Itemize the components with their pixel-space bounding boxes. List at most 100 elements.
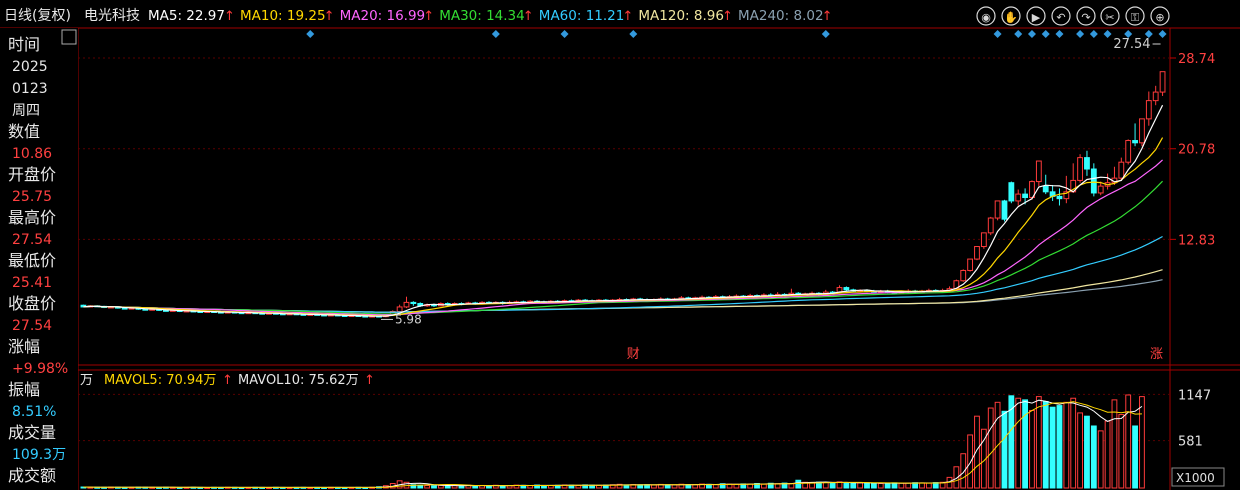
volume-bar[interactable] <box>671 484 678 489</box>
candle-body <box>1132 140 1138 144</box>
ma-legend-1: MA10: 19.25 <box>240 8 326 24</box>
volume-bar[interactable] <box>1125 394 1132 489</box>
info-label: 最低价 <box>8 251 56 270</box>
info-value: 27.54 <box>12 318 52 334</box>
candle-body <box>960 269 967 282</box>
ma-legend-4: MA60: 11.21 <box>539 8 625 24</box>
volume-bar[interactable] <box>1070 397 1077 489</box>
candle[interactable] <box>960 269 967 282</box>
candle-body <box>980 232 987 248</box>
candle[interactable] <box>1139 118 1145 147</box>
volume-bar[interactable] <box>712 484 719 489</box>
volume-bar[interactable] <box>424 485 431 489</box>
candle[interactable] <box>974 246 980 261</box>
high-price-marker: 27.54 <box>1113 37 1150 52</box>
candle[interactable] <box>1077 154 1083 183</box>
volume-bar[interactable] <box>1139 396 1145 489</box>
volume-bar[interactable] <box>905 482 912 489</box>
candle[interactable] <box>967 258 974 272</box>
volume-bar[interactable] <box>870 482 877 489</box>
volume-bar[interactable] <box>1077 412 1083 489</box>
volume-bar[interactable] <box>760 483 767 489</box>
volume-bar[interactable] <box>1111 399 1118 489</box>
volume-bar[interactable] <box>850 482 857 489</box>
ma-legend-2: MA20: 16.99 <box>340 8 426 24</box>
info-label: 开盘价 <box>8 165 56 184</box>
volume-bar[interactable] <box>1022 399 1029 489</box>
candle-body <box>987 217 994 234</box>
volume-bar[interactable] <box>898 482 905 489</box>
mavol10-legend: MAVOL10: 75.62万 <box>238 373 359 388</box>
candle-body <box>410 301 417 305</box>
candle[interactable] <box>980 232 987 249</box>
volume-bar[interactable] <box>1104 420 1111 489</box>
volume-bar[interactable] <box>692 484 699 489</box>
volume-bar[interactable] <box>891 482 898 489</box>
candle-body <box>1022 193 1029 199</box>
volume-bar[interactable] <box>795 479 802 489</box>
volume-unit-label: X1000 <box>1176 471 1215 485</box>
volume-bar[interactable] <box>486 485 492 489</box>
candle-body <box>1097 185 1104 194</box>
volume-bar[interactable] <box>575 485 582 489</box>
candle[interactable] <box>994 200 1001 221</box>
volume-bar[interactable] <box>651 484 657 489</box>
volume-tick-label: 1147 <box>1178 388 1211 403</box>
volume-bar[interactable] <box>1049 406 1056 489</box>
volume-bar[interactable] <box>431 485 437 489</box>
volume-bar[interactable] <box>1090 425 1097 489</box>
mavol10-arrow: ↑ <box>364 373 375 388</box>
volume-tick-label: 581 <box>1178 435 1203 450</box>
zoom-in-icon-glyph: ⊕ <box>1155 11 1164 24</box>
volume-bar[interactable] <box>1001 410 1008 489</box>
volume-bar[interactable] <box>1097 430 1104 489</box>
info-value: 109.3万 <box>12 447 66 463</box>
info-value: 0123 <box>12 81 48 97</box>
candle[interactable] <box>1125 139 1132 165</box>
chart-period-label: 日线(复权) <box>4 7 71 24</box>
volume-bar[interactable] <box>884 482 891 489</box>
candle-body <box>403 301 410 308</box>
volume-bar[interactable] <box>829 482 836 489</box>
volume-bar[interactable] <box>1042 401 1049 489</box>
volume-bar[interactable] <box>877 483 884 489</box>
volume-bar[interactable] <box>1132 425 1138 489</box>
volume-bar[interactable] <box>1029 409 1035 489</box>
volume-bar[interactable] <box>444 485 451 489</box>
candle[interactable] <box>1001 199 1008 222</box>
info-label: 成交额 <box>8 466 56 485</box>
volume-bar[interactable] <box>1084 415 1090 489</box>
candle-body <box>1077 157 1083 181</box>
candle[interactable] <box>843 286 850 291</box>
candle[interactable] <box>1008 181 1015 204</box>
candle[interactable] <box>1159 71 1166 96</box>
candle[interactable] <box>987 216 994 236</box>
volume-bar[interactable] <box>1118 414 1125 489</box>
price-tick-label: 12.83 <box>1178 233 1215 248</box>
info-value: 周四 <box>12 103 40 119</box>
volume-bar[interactable] <box>1063 401 1070 489</box>
candle-body <box>1056 195 1063 200</box>
candle-body <box>974 246 980 260</box>
volume-bar[interactable] <box>1015 397 1022 489</box>
volume-bar[interactable] <box>919 482 925 489</box>
volume-bar[interactable] <box>987 407 994 489</box>
chart-canvas[interactable]: 28.74 20.78 12.83 1147 581 X1000 27.54 5.98 财 涨 日线… <box>0 0 1240 490</box>
candle-body <box>1152 91 1159 102</box>
candle-body <box>1159 71 1166 93</box>
volume-bar[interactable] <box>843 482 850 489</box>
play-icon-glyph: ▶ <box>1032 11 1041 24</box>
eye-icon-glyph: ◉ <box>981 11 991 24</box>
volume-bar[interactable] <box>857 482 864 489</box>
limit-up-marker: 涨 <box>1150 347 1163 362</box>
info-value: 2025 <box>12 59 48 75</box>
info-value: +9.98% <box>12 361 68 377</box>
volume-bar[interactable] <box>864 482 870 489</box>
volume-bar[interactable] <box>1035 396 1042 489</box>
hand-icon-glyph: ✋ <box>1004 11 1018 24</box>
mavol5-arrow: ↑ <box>222 373 233 388</box>
volume-bar[interactable] <box>925 482 932 489</box>
volume-bar[interactable] <box>664 484 671 489</box>
volume-bar[interactable] <box>967 434 974 489</box>
volume-bar[interactable] <box>1056 405 1063 489</box>
